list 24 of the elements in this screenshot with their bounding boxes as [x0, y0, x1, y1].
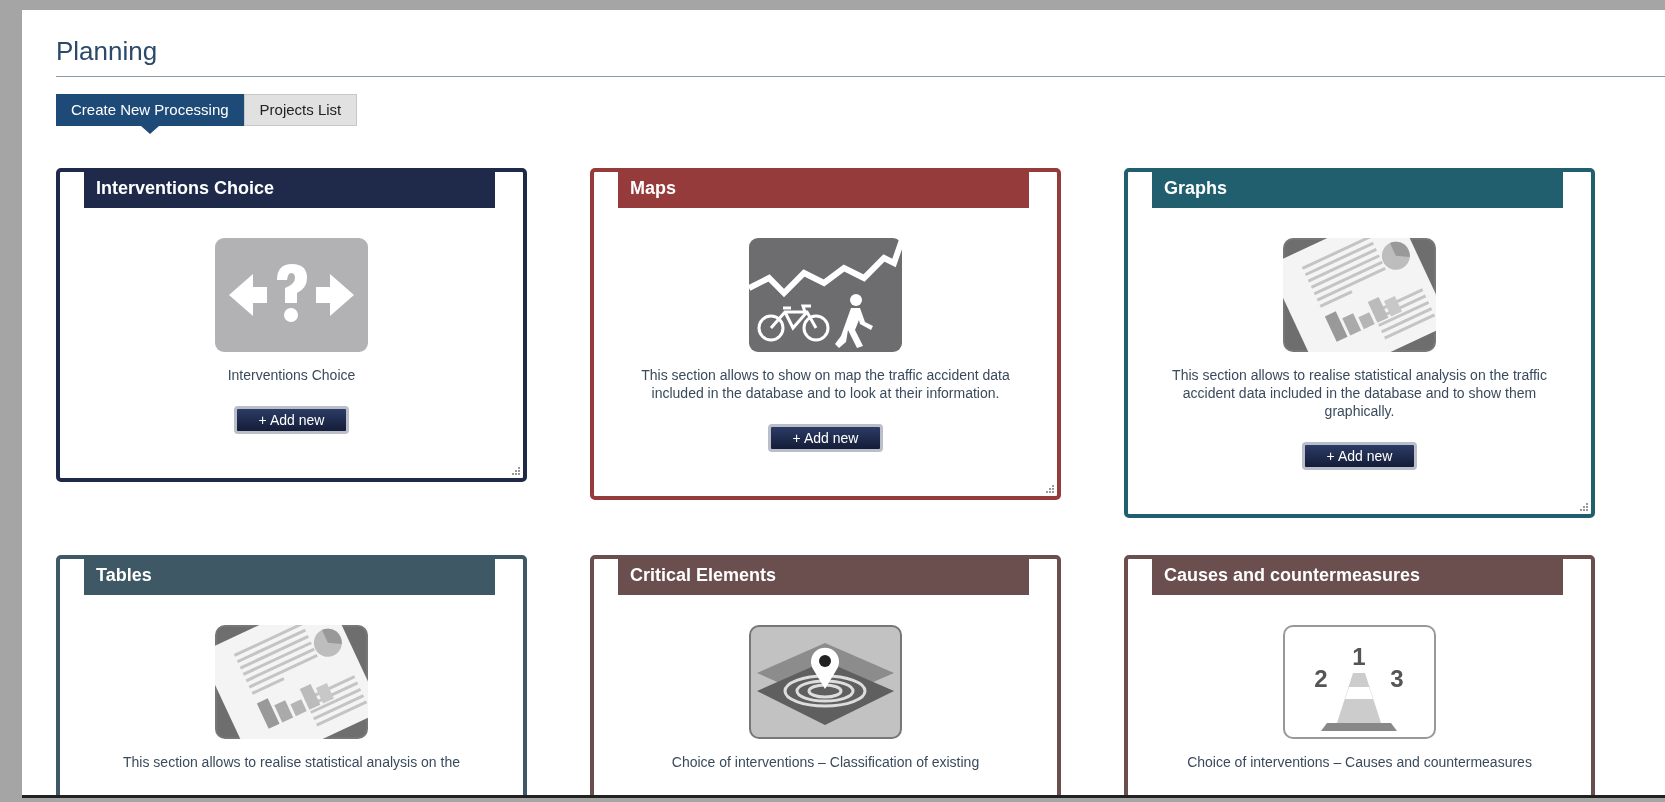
report-icon [1283, 238, 1436, 352]
add-new-button[interactable]: + Add new [767, 424, 884, 452]
rank-number: 1 [1352, 643, 1366, 670]
card-description: This section allows to realise statistical analysis on the traffic accident data included in the database and to show them graphically. [1171, 366, 1548, 420]
tab-pointer [140, 126, 159, 134]
resize-grip-icon[interactable] [1046, 485, 1054, 493]
rank-number: 3 [1390, 665, 1404, 692]
target-map-icon [749, 625, 902, 739]
report-icon [215, 625, 368, 739]
card-description: This section allows to show on map the traffic accident data included in the database and to look at their information. [640, 366, 1011, 402]
bicycle-pedestrian-icon [749, 238, 902, 352]
card-description: Choice of interventions – Classification of existing [670, 753, 981, 771]
card-description: This section allows to realise statistical analysis on the [122, 753, 461, 771]
card-description: Choice of interventions – Causes and countermeasures [1186, 753, 1533, 771]
add-new-button[interactable]: + Add new [233, 406, 350, 434]
rank-number: 2 [1314, 665, 1328, 692]
tab[interactable]: Create New Processing [56, 94, 244, 126]
card-description: Interventions Choice [226, 366, 357, 384]
resize-grip-icon[interactable] [512, 467, 520, 475]
resize-grip-icon[interactable] [1580, 503, 1588, 511]
question-arrows-icon [215, 238, 368, 352]
add-new-button[interactable]: + Add new [1301, 442, 1418, 470]
tab[interactable]: Projects List [243, 94, 358, 126]
page-title: Planning [56, 35, 158, 68]
